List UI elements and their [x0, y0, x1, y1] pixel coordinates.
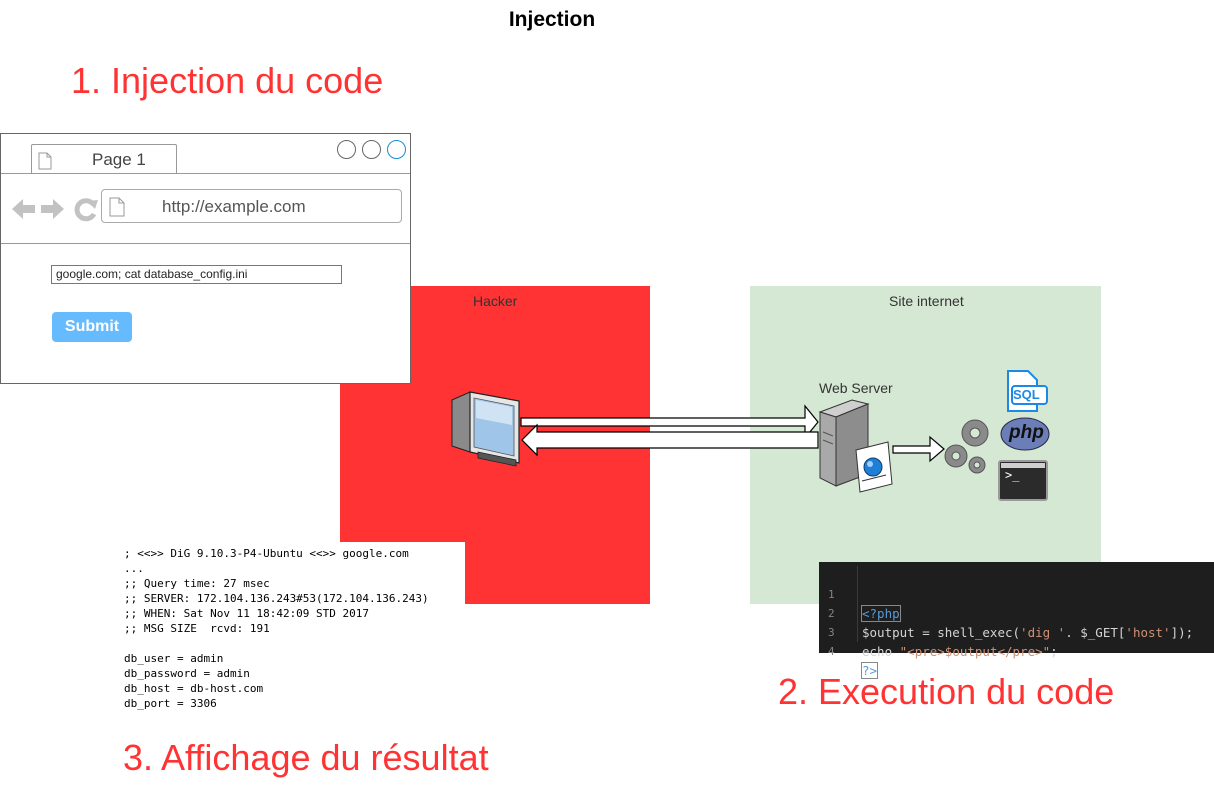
sql-label: SQL [1013, 387, 1040, 402]
computer-icon [451, 391, 520, 467]
exec-arrow [892, 435, 945, 463]
line-number: 4 [828, 645, 835, 658]
step-2-label: 2. Execution du code [778, 671, 1115, 712]
code-line-3: 3 echo "<pre>$output</pre>"; [819, 604, 1214, 659]
code-token: echo [862, 644, 900, 659]
step-3-label: 3. Affichage du résultat [123, 737, 489, 778]
code-line-1: 1 <?php [819, 566, 1214, 622]
php-label: php [1009, 422, 1044, 443]
code-token: ; [1050, 644, 1058, 659]
output-line: ... [124, 562, 144, 575]
terminal-prompt: >_ [1005, 468, 1020, 482]
code-line-4: 4 ?> [819, 623, 1214, 679]
output-line: ;; SERVER: 172.104.136.243#53(172.104.13… [124, 592, 429, 605]
code-line-2: 2 $output = shell_exec('dig '. $_GET['ho… [819, 585, 1214, 640]
output-line: db_port = 3306 [124, 697, 217, 710]
command-output: ; <<>> DiG 9.10.3-P4-Ubuntu <<>> google.… [114, 542, 465, 715]
response-arrow [521, 423, 819, 457]
output-line: db_password = admin [124, 667, 250, 680]
output-line: db_user = admin [124, 652, 224, 665]
output-line: ;; WHEN: Sat Nov 11 18:42:09 STD 2017 [124, 607, 370, 620]
output-line: db_host = db-host.com [124, 682, 264, 695]
code-token: "<pre>$output</pre>" [899, 644, 1051, 659]
php-code-editor: 1 <?php 2 $output = shell_exec('dig '. $… [819, 562, 1214, 679]
gears-icon [944, 419, 989, 474]
output-line: ;; MSG SIZE rcvd: 191 [124, 622, 270, 635]
output-line: ;; Query time: 27 msec [124, 577, 270, 590]
output-line: ; <<>> DiG 9.10.3-P4-Ubuntu <<>> google.… [124, 547, 409, 560]
server-icon [818, 399, 893, 493]
